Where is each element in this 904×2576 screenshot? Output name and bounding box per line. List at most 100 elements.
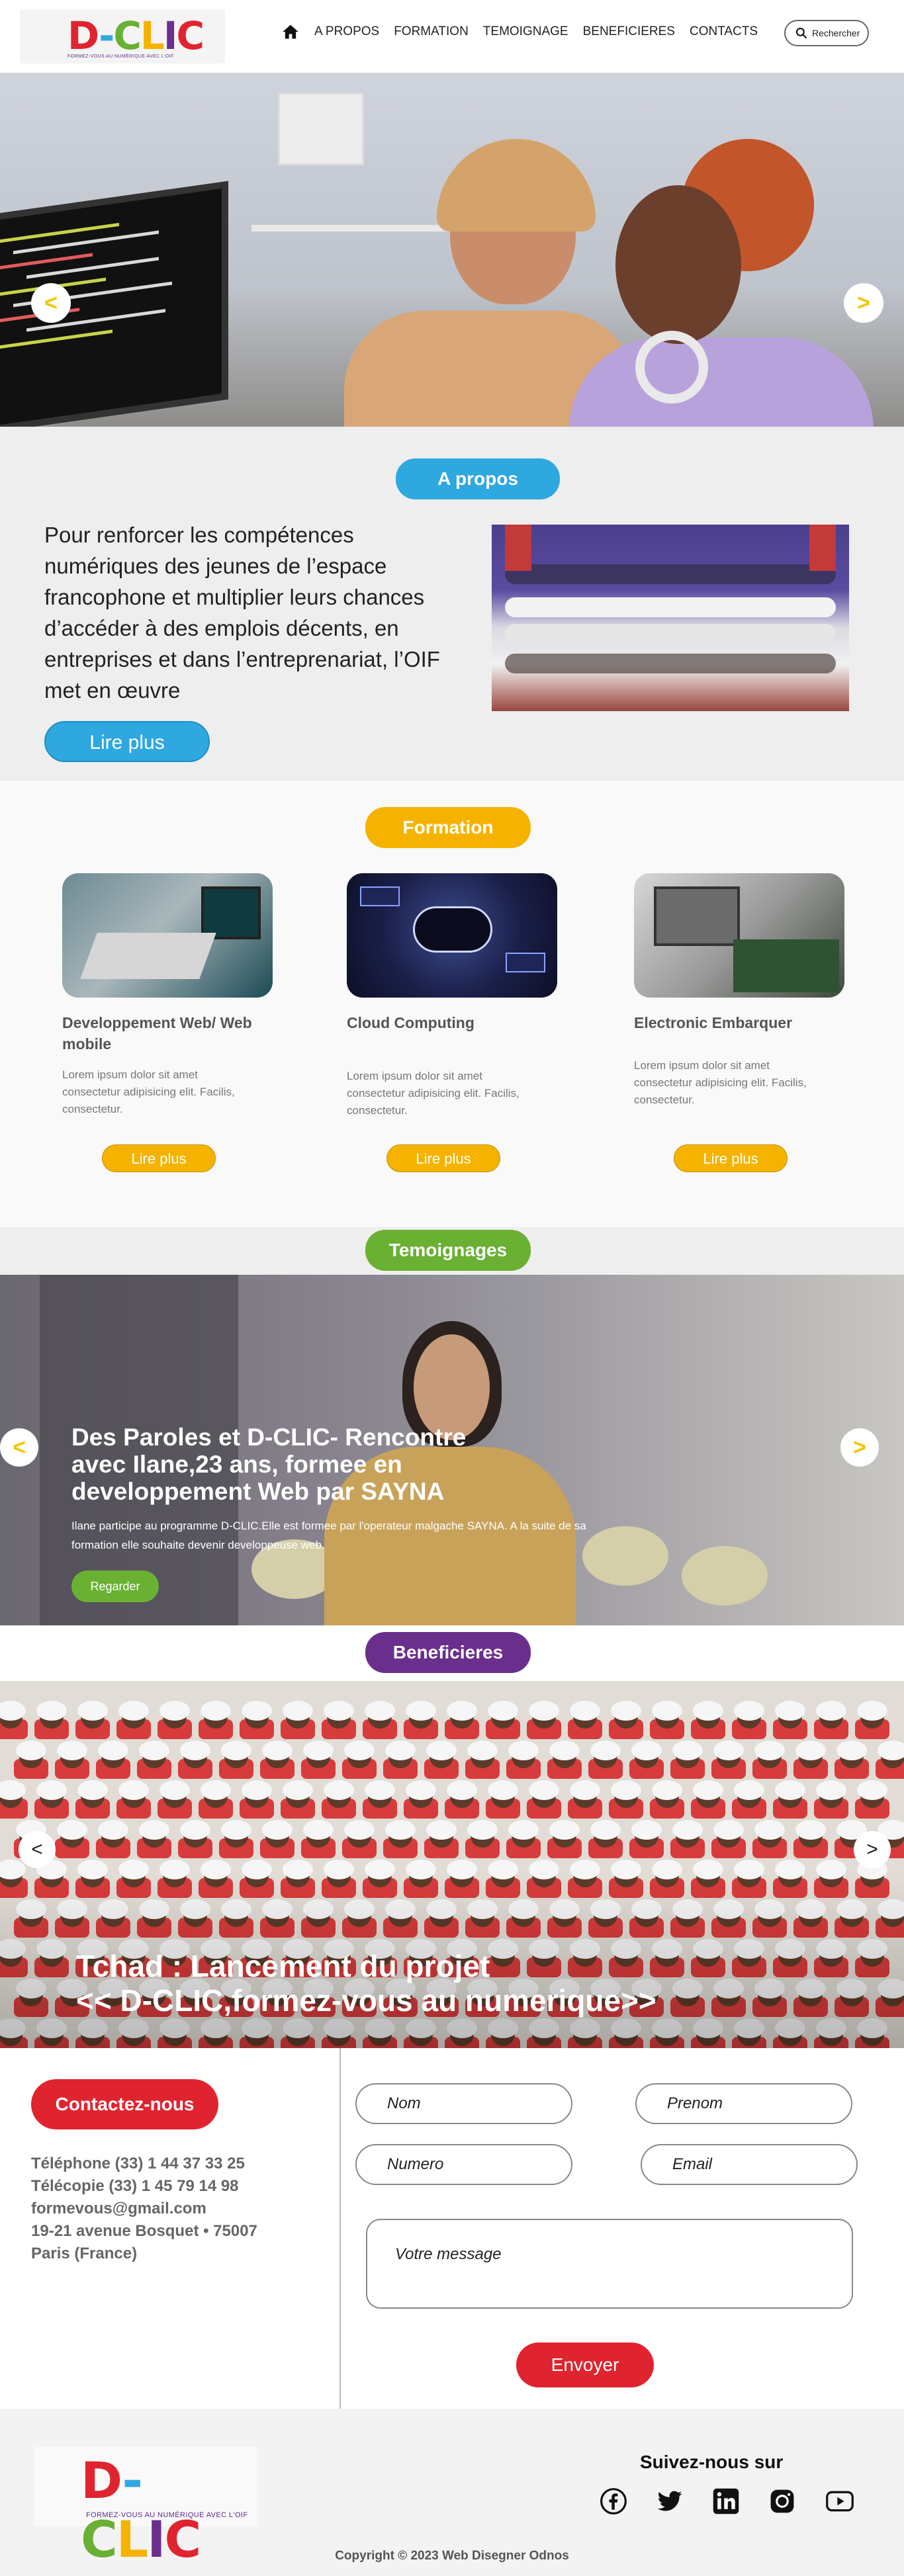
formation-card-web: Developpement Web/ Web mobile Lorem ipsu…	[62, 873, 281, 1172]
crowd-cap	[159, 1780, 190, 1800]
hero-next-button[interactable]: >	[844, 283, 883, 323]
crowd-cap	[242, 1780, 272, 1800]
apropos-read-more-button[interactable]: Lire plus	[44, 721, 210, 762]
crowd-cap	[754, 1820, 785, 1840]
contact-email: formevous@gmail.com	[31, 2200, 206, 2217]
bene-next-button[interactable]: >	[854, 1831, 891, 1868]
beneficieres-title: Tchad : Lancement du projet << D-CLIC,fo…	[76, 1949, 804, 2018]
crowd-cap	[98, 1820, 128, 1840]
nav-item-contacts[interactable]: CONTACTS	[690, 24, 758, 39]
contact-section: Contactez-nous Téléphone (33) 1 44 37 33…	[0, 2048, 904, 2409]
search-icon	[795, 27, 807, 39]
crowd-cap	[754, 1740, 785, 1760]
contact-address-line2: Paris (France)	[31, 2245, 138, 2262]
nav-item-beneficieres[interactable]: BENEFICIERES	[583, 24, 675, 39]
send-button[interactable]: Envoyer	[516, 2342, 654, 2387]
formation-card-image	[634, 873, 844, 998]
temoignages-pill: Temoignages	[365, 1230, 531, 1271]
crowd-cap	[590, 1740, 621, 1760]
copyright: Copyright © 2023 Web Disegner Odnos	[335, 2549, 569, 2563]
temo-next-button[interactable]: >	[840, 1428, 879, 1467]
crowd-cap	[529, 1780, 559, 1800]
crowd-cap	[201, 1701, 231, 1721]
nav-item-formation[interactable]: FORMATION	[394, 24, 469, 39]
apropos-pill: A propos	[396, 458, 560, 499]
email-field[interactable]: Email	[641, 2144, 858, 2185]
temo-prev-button[interactable]: <	[0, 1428, 38, 1467]
bene-prev-button[interactable]: <	[19, 1831, 56, 1868]
hero-prev-button[interactable]: <	[31, 283, 71, 323]
home-icon[interactable]	[281, 22, 300, 41]
crowd-cap	[693, 1780, 723, 1800]
crowd-cap	[385, 1820, 416, 1840]
crowd-cap	[303, 1740, 334, 1760]
crowd-cap	[118, 1780, 149, 1800]
watch-button[interactable]: Regarder	[71, 1570, 159, 1602]
youtube-icon[interactable]	[824, 2487, 856, 2518]
contact-phone: Téléphone (33) 1 44 37 33 25	[31, 2155, 245, 2172]
crowd-cap	[344, 1740, 375, 1760]
main-nav: A PROPOS FORMATION TEMOIGNAGE BENEFICIER…	[281, 22, 758, 41]
site-logo[interactable]: D-CLIC FORMEZ-VOUS AU NUMÉRIQUE AVEC L'O…	[20, 9, 225, 64]
crowd-cap	[324, 1701, 354, 1721]
message-field[interactable]: Votre message	[366, 2219, 853, 2309]
crowd-cap	[570, 1701, 600, 1721]
crowd-cap	[57, 1740, 87, 1760]
crowd-cap	[467, 1820, 498, 1840]
prenom-field[interactable]: Prenom	[635, 2083, 852, 2124]
email-placeholder: Email	[672, 2155, 713, 2173]
crowd-cap	[262, 1740, 293, 1760]
crowd-cap	[734, 1780, 764, 1800]
numero-field[interactable]: Numero	[355, 2144, 572, 2185]
crowd-cap	[139, 1740, 169, 1760]
hero-wall-frame	[278, 93, 364, 165]
temoignages-description: Ilane participe au programme D-CLIC.Elle…	[71, 1520, 586, 1551]
nav-item-apropos[interactable]: A PROPOS	[314, 24, 379, 39]
temo-chair	[682, 1546, 768, 1606]
formation-card-read-more-button[interactable]: Lire plus	[674, 1144, 788, 1172]
crowd-cap	[488, 1701, 518, 1721]
formation-section: Formation Developpement Web/ Web mobile …	[0, 781, 904, 1227]
crowd-cap	[385, 1740, 416, 1760]
chevron-right-icon: >	[857, 290, 870, 316]
formation-card-electronic: Electronic Embarquer Lorem ipsum dolor s…	[634, 873, 852, 1172]
formation-card-read-more-button[interactable]: Lire plus	[386, 1144, 500, 1172]
footer-logo[interactable]: D-CLIC FORMEZ-VOUS AU NUMÉRIQUE AVEC L'O…	[34, 2447, 257, 2569]
hero-carousel: < >	[0, 73, 904, 427]
formation-card-read-more-button[interactable]: Lire plus	[102, 1144, 216, 1172]
twitter-icon[interactable]	[655, 2487, 687, 2518]
facebook-icon[interactable]	[599, 2487, 631, 2518]
contact-divider	[339, 2048, 341, 2409]
apropos-section: A propos Pour renforcer les compétences …	[0, 427, 904, 781]
crowd-cap	[775, 1701, 805, 1721]
crowd-cap	[611, 1780, 641, 1800]
logo-wordmark: D-CLIC	[68, 13, 204, 58]
hero-shelf	[251, 225, 450, 232]
crowd-cap	[508, 1820, 539, 1840]
crowd-cap	[283, 1780, 313, 1800]
crowd-cap	[159, 1701, 190, 1721]
apropos-text: Pour renforcer les compétences numérique…	[44, 523, 440, 703]
crowd-cap	[16, 1740, 46, 1760]
crowd-cap	[549, 1820, 580, 1840]
crowd-cap	[201, 1780, 231, 1800]
crowd-cap	[775, 1780, 805, 1800]
crowd-cap	[795, 1820, 826, 1840]
nom-field[interactable]: Nom	[355, 2083, 572, 2124]
crowd-cap	[672, 1740, 703, 1760]
crowd-cap	[180, 1820, 210, 1840]
crowd-cap	[631, 1820, 662, 1840]
contact-fax: Télécopie (33) 1 45 79 14 98	[31, 2177, 239, 2195]
beneficieres-pill: Beneficieres	[365, 1632, 531, 1673]
crowd-cap	[221, 1740, 251, 1760]
formation-card-cloud: Cloud Computing Lorem ipsum dolor sit am…	[347, 873, 565, 1172]
linkedin-icon[interactable]	[711, 2487, 743, 2518]
instagram-icon[interactable]	[768, 2487, 799, 2518]
crowd-cap	[529, 1701, 559, 1721]
formation-card-text: Lorem ipsum dolor sit amet consectetur a…	[62, 1068, 235, 1115]
crowd-cap	[283, 1701, 313, 1721]
crowd-cap	[631, 1740, 662, 1760]
search-button[interactable]: Rechercher	[784, 20, 869, 46]
site-header: D-CLIC FORMEZ-VOUS AU NUMÉRIQUE AVEC L'O…	[0, 0, 904, 73]
nav-item-temoignage[interactable]: TEMOIGNAGE	[483, 24, 568, 39]
